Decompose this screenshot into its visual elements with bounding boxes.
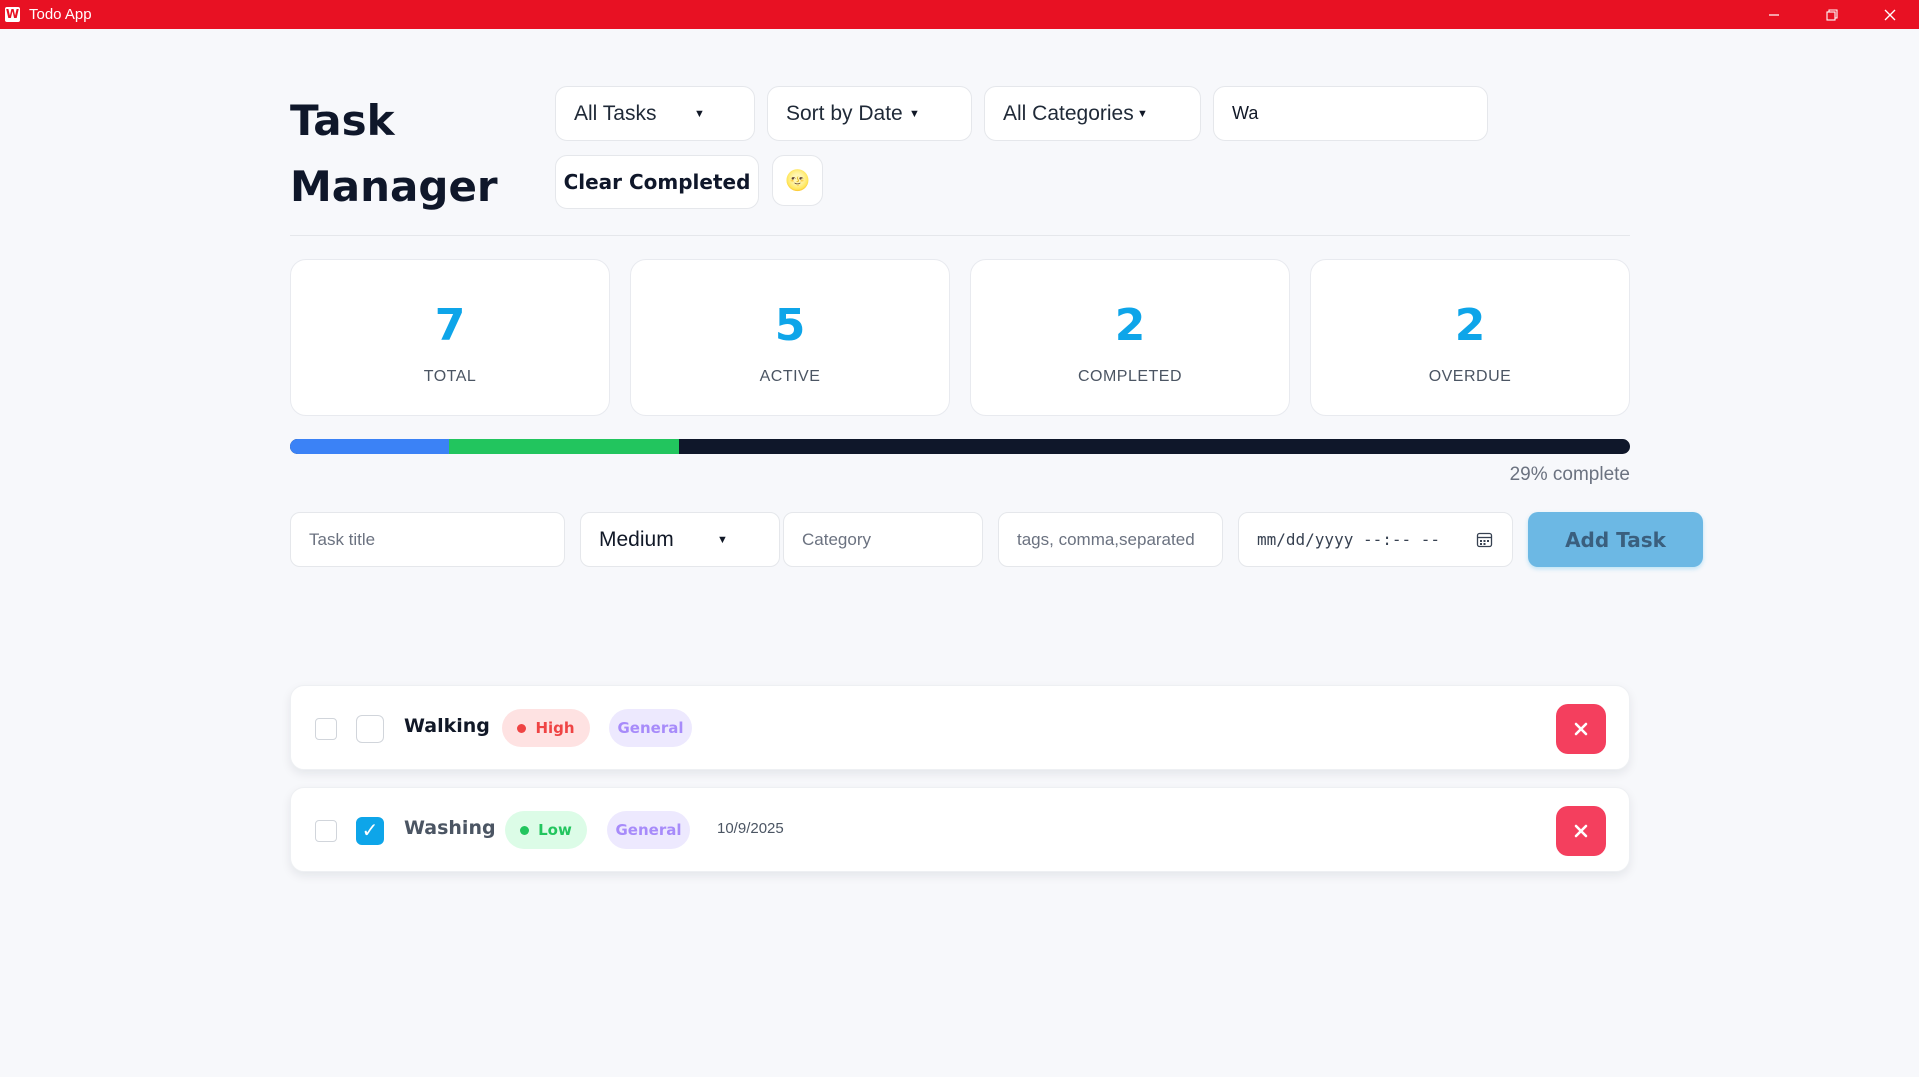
task-title-placeholder: Task title xyxy=(309,529,376,549)
progress-fill-end xyxy=(449,439,679,454)
chevron-down-icon: ▼ xyxy=(909,107,920,120)
search-value: Wa xyxy=(1232,103,1259,123)
chevron-down-icon: ▼ xyxy=(1137,107,1148,120)
due-date-input[interactable]: mm/dd/yyyy --:-- -- xyxy=(1238,512,1513,567)
status-filter-value: All Tasks xyxy=(574,101,657,125)
chevron-down-icon: ▼ xyxy=(717,533,728,546)
category-filter-select[interactable]: All Categories ▼ xyxy=(984,86,1201,141)
stat-card-overdue: 2 OVERDUE xyxy=(1310,259,1630,416)
header-divider xyxy=(290,235,1630,236)
search-input[interactable]: Wa xyxy=(1213,86,1488,141)
progress-bar xyxy=(290,439,1630,454)
close-icon xyxy=(1574,722,1588,736)
chevron-down-icon: ▼ xyxy=(694,107,705,120)
priority-badge-label: Low xyxy=(538,821,572,839)
stat-card-active: 5 ACTIVE xyxy=(630,259,950,416)
category-placeholder: Category xyxy=(802,529,871,549)
moon-face-icon: 🌝 xyxy=(785,170,810,192)
minimize-button[interactable] xyxy=(1745,0,1803,29)
stat-card-completed: 2 COMPLETED xyxy=(970,259,1290,416)
select-task-checkbox[interactable] xyxy=(315,820,337,842)
restore-button[interactable] xyxy=(1803,0,1861,29)
priority-badge-label: High xyxy=(535,719,575,737)
stat-value: 2 xyxy=(1114,300,1146,351)
check-icon: ✓ xyxy=(361,820,379,842)
category-badge: General xyxy=(607,811,690,849)
stat-value: 2 xyxy=(1454,300,1486,351)
page-title: Task Manager xyxy=(290,96,498,211)
restore-icon xyxy=(1826,8,1838,21)
status-filter-select[interactable]: All Tasks ▼ xyxy=(555,86,755,141)
tags-placeholder: tags, comma,separated xyxy=(1017,529,1195,549)
close-icon xyxy=(1574,824,1588,838)
delete-task-button[interactable] xyxy=(1556,806,1606,856)
priority-select[interactable]: Medium ▼ xyxy=(580,512,780,567)
priority-value: Medium xyxy=(599,527,674,551)
delete-task-button[interactable] xyxy=(1556,704,1606,754)
category-filter-value: All Categories xyxy=(1003,101,1134,125)
priority-badge: Low xyxy=(505,811,587,849)
window-title: Todo App xyxy=(29,6,92,23)
clear-completed-button[interactable]: Clear Completed xyxy=(555,155,759,209)
close-window-button[interactable] xyxy=(1861,0,1919,29)
task-title-input[interactable]: Task title xyxy=(290,512,565,567)
stat-label: COMPLETED xyxy=(1077,368,1183,385)
stat-value: 7 xyxy=(434,300,466,351)
complete-task-checkbox[interactable] xyxy=(356,715,384,743)
task-title: Walking xyxy=(404,715,490,737)
priority-badge: High xyxy=(502,709,590,747)
calendar-icon[interactable] xyxy=(1476,531,1493,548)
tags-input[interactable]: tags, comma,separated xyxy=(998,512,1223,567)
category-badge: General xyxy=(609,709,692,747)
task-row: ✓ Washing Low General 10/9/2025 xyxy=(290,787,1630,872)
stat-value: 5 xyxy=(774,300,806,351)
close-icon xyxy=(1884,9,1896,20)
category-input[interactable]: Category xyxy=(783,512,983,567)
due-date-label: 10/9/2025 xyxy=(717,820,784,837)
window-titlebar: W Todo App xyxy=(0,0,1919,29)
priority-dot-icon xyxy=(520,825,530,835)
stat-label: TOTAL xyxy=(423,368,477,385)
add-task-button[interactable]: Add Task xyxy=(1528,512,1703,567)
sort-value: Sort by Date xyxy=(786,101,903,125)
progress-label: 29% complete xyxy=(1509,464,1630,485)
stat-label: ACTIVE xyxy=(759,368,821,385)
select-task-checkbox[interactable] xyxy=(315,718,337,740)
complete-task-checkbox[interactable]: ✓ xyxy=(356,817,384,845)
theme-toggle-button[interactable]: 🌝 xyxy=(772,155,823,206)
minimize-icon xyxy=(1769,13,1779,16)
due-date-placeholder: mm/dd/yyyy --:-- -- xyxy=(1257,530,1441,549)
sort-select[interactable]: Sort by Date ▼ xyxy=(767,86,972,141)
stat-card-total: 7 TOTAL xyxy=(290,259,610,416)
stat-label: OVERDUE xyxy=(1428,368,1512,385)
app-logo-icon: W xyxy=(5,7,20,22)
task-title: Washing xyxy=(404,817,496,839)
progress-fill-start xyxy=(290,439,450,454)
task-row: Walking High General xyxy=(290,685,1630,770)
priority-dot-icon xyxy=(517,723,527,733)
